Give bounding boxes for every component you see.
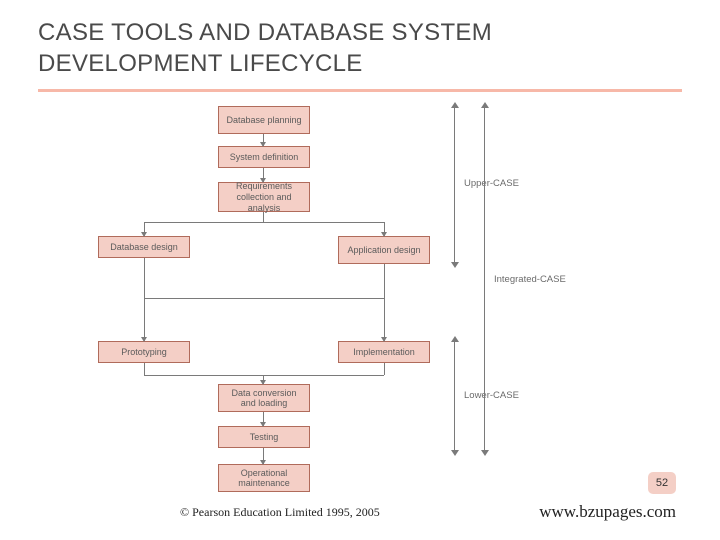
box-database-design: Database design [98,236,190,258]
arrow-down-icon [451,262,459,268]
arrow-icon [260,460,266,465]
arrow-icon [260,142,266,147]
connector [144,222,384,223]
arrow-icon [260,422,266,427]
bracket-lower [454,340,455,452]
arrow-up-icon [451,102,459,108]
box-op-maintenance: Operational maintenance [218,464,310,492]
arrow-icon [381,337,387,342]
connector [144,298,384,299]
connector [263,212,264,222]
bracket-upper [454,106,455,264]
box-system-definition: System definition [218,146,310,168]
connector [384,363,385,375]
arrow-icon [141,337,147,342]
connector [384,264,385,341]
slide-title: CASE TOOLS AND DATABASE SYSTEM DEVELOPME… [0,0,720,85]
arrow-icon [141,232,147,237]
connector [144,363,145,375]
title-underline [38,89,682,92]
label-lower-case: Lower-CASE [464,390,519,401]
box-requirements: Requirements collection and analysis [218,182,310,212]
label-upper-case: Upper-CASE [464,178,519,189]
arrow-up-icon [451,336,459,342]
footer-website: www.bzupages.com [539,502,676,522]
box-prototyping: Prototyping [98,341,190,363]
connector [144,375,384,376]
arrow-down-icon [481,450,489,456]
arrow-icon [381,232,387,237]
box-data-conversion: Data conversion and loading [218,384,310,412]
box-application-design: Application design [338,236,430,264]
diagram-area: Database planning System definition Requ… [38,106,682,476]
page-number-badge: 52 [648,472,676,494]
label-integrated-case: Integrated-CASE [494,274,566,285]
arrow-up-icon [481,102,489,108]
box-implementation: Implementation [338,341,430,363]
arrow-down-icon [451,450,459,456]
footer-copyright: © Pearson Education Limited 1995, 2005 [180,505,380,520]
connector [144,258,145,341]
box-database-planning: Database planning [218,106,310,134]
arrow-icon [260,178,266,183]
bracket-integrated [484,106,485,452]
arrow-icon [260,380,266,385]
box-testing: Testing [218,426,310,448]
